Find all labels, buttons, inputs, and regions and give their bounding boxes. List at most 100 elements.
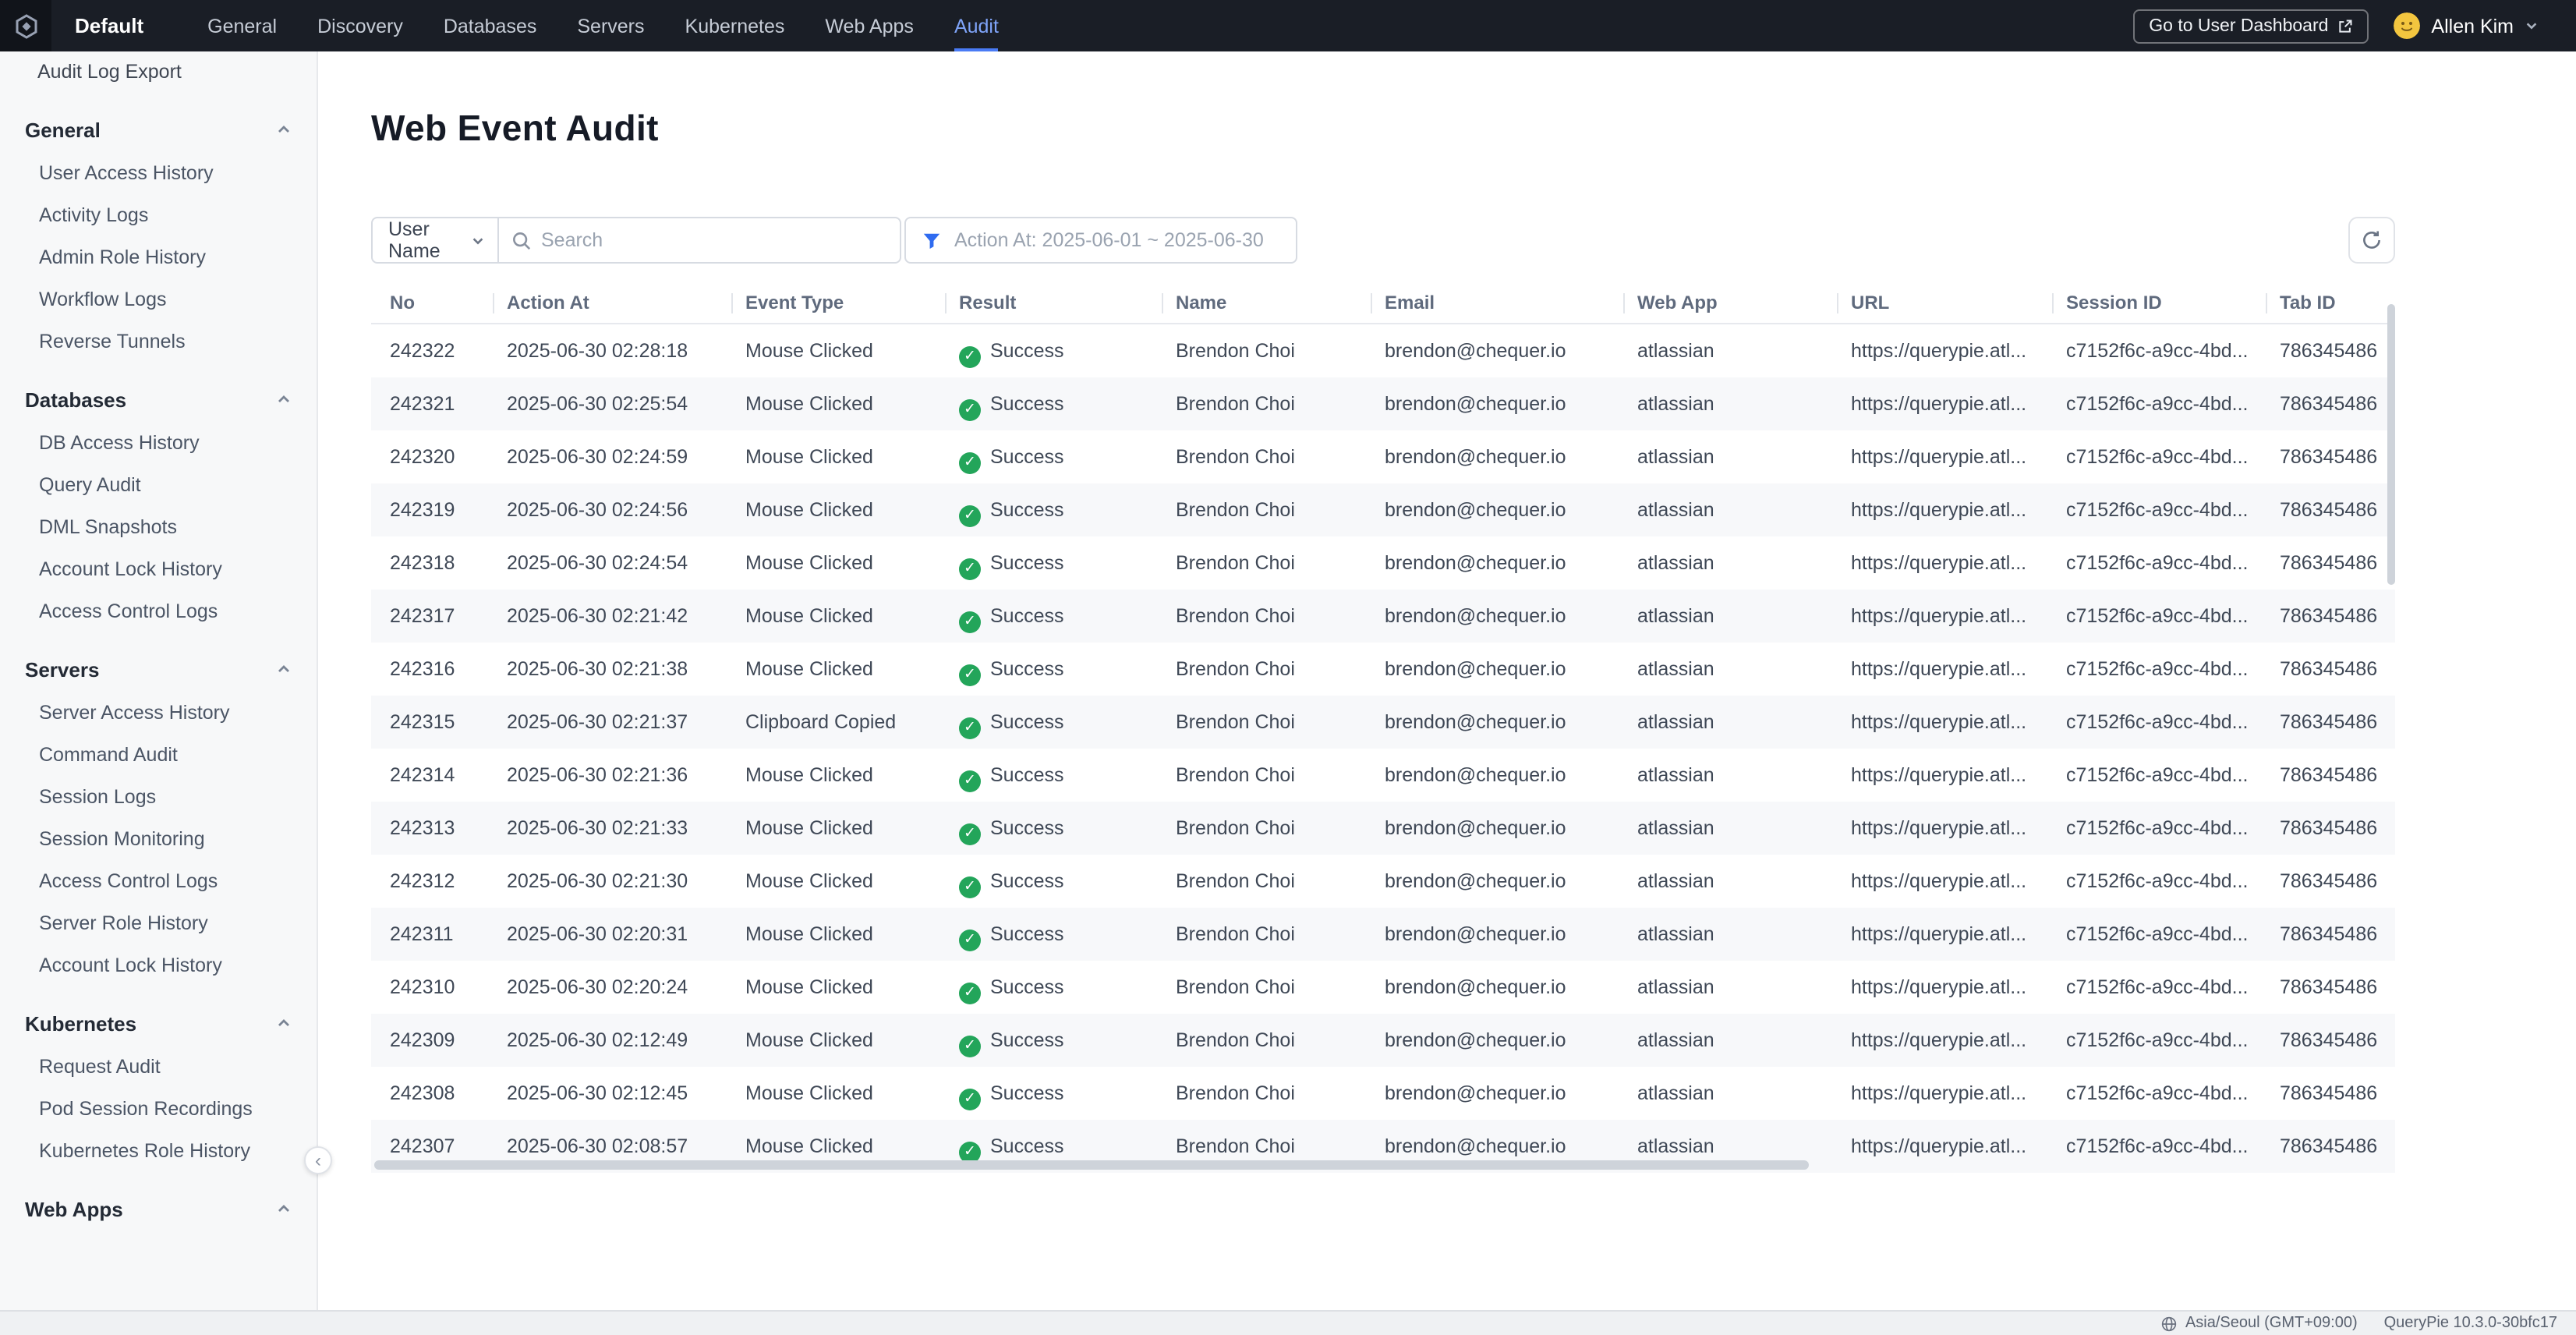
cell-result: ✓Success xyxy=(959,749,1176,802)
avatar xyxy=(2394,12,2420,39)
table-row[interactable]: 2423212025-06-30 02:25:54Mouse Clicked✓S… xyxy=(371,377,2395,430)
result-label: Success xyxy=(990,499,1064,521)
sidebar-item-db-access-history[interactable]: DB Access History xyxy=(0,423,317,465)
vertical-scrollbar[interactable] xyxy=(2387,304,2395,585)
sidebar-item-account-lock-history[interactable]: Account Lock History xyxy=(0,549,317,591)
column-header-tab-id[interactable]: Tab ID xyxy=(2280,282,2395,323)
nav-general[interactable]: General xyxy=(187,0,297,51)
app-logo[interactable] xyxy=(0,0,51,51)
search-field-label: User Name xyxy=(388,218,471,262)
table-row[interactable]: 2423082025-06-30 02:12:45Mouse Clicked✓S… xyxy=(371,1067,2395,1120)
table-row[interactable]: 2423182025-06-30 02:24:54Mouse Clicked✓S… xyxy=(371,536,2395,590)
date-range-filter[interactable]: Action At: 2025-06-01 ~ 2025-06-30 xyxy=(904,217,1297,264)
cell-web-app: atlassian xyxy=(1637,483,1851,536)
nav-servers[interactable]: Servers xyxy=(557,0,664,51)
table-row[interactable]: 2423112025-06-30 02:20:31Mouse Clicked✓S… xyxy=(371,908,2395,961)
success-check-icon: ✓ xyxy=(959,876,981,898)
table-row[interactable]: 2423102025-06-30 02:20:24Mouse Clicked✓S… xyxy=(371,961,2395,1014)
sidebar-section-kubernetes[interactable]: Kubernetes xyxy=(0,1000,317,1046)
nav-web-apps[interactable]: Web Apps xyxy=(805,0,934,51)
sidebar-item-account-lock-history[interactable]: Account Lock History xyxy=(0,945,317,987)
cell-session-id: c7152f6c-a9cc-4bd... xyxy=(2066,961,2280,1014)
nav-databases[interactable]: Databases xyxy=(423,0,557,51)
sidebar-section-servers[interactable]: Servers xyxy=(0,646,317,692)
sidebar-item-session-monitoring[interactable]: Session Monitoring xyxy=(0,819,317,861)
footer: Asia/Seoul (GMT+09:00) QueryPie 10.3.0-3… xyxy=(0,1310,2576,1335)
sidebar-collapse-button[interactable]: ‹ xyxy=(304,1146,332,1174)
cell-url: https://querypie.atl... xyxy=(1851,643,2066,696)
cell-no: 242314 xyxy=(390,749,507,802)
search-input[interactable] xyxy=(541,229,887,251)
sidebar-item-reverse-tunnels[interactable]: Reverse Tunnels xyxy=(0,321,317,363)
sidebar-item-access-control-logs[interactable]: Access Control Logs xyxy=(0,591,317,633)
cell-web-app: atlassian xyxy=(1637,749,1851,802)
column-header-event-type[interactable]: Event Type xyxy=(745,282,959,323)
table-row[interactable]: 2423092025-06-30 02:12:49Mouse Clicked✓S… xyxy=(371,1014,2395,1067)
table-row[interactable]: 2423132025-06-30 02:21:33Mouse Clicked✓S… xyxy=(371,802,2395,855)
sidebar-item-server-access-history[interactable]: Server Access History xyxy=(0,692,317,735)
sidebar-item-query-audit[interactable]: Query Audit xyxy=(0,465,317,507)
cell-session-id: c7152f6c-a9cc-4bd... xyxy=(2066,1120,2280,1173)
workspace-name[interactable]: Default xyxy=(75,14,143,37)
column-header-name[interactable]: Name xyxy=(1176,282,1385,323)
nav-kubernetes[interactable]: Kubernetes xyxy=(665,0,805,51)
sidebar-section-web-apps[interactable]: Web Apps xyxy=(0,1185,317,1232)
cell-result: ✓Success xyxy=(959,908,1176,961)
table-body: 2423222025-06-30 02:28:18Mouse Clicked✓S… xyxy=(371,324,2395,1173)
result-label: Success xyxy=(990,1029,1064,1051)
table-row[interactable]: 2423202025-06-30 02:24:59Mouse Clicked✓S… xyxy=(371,430,2395,483)
column-header-url[interactable]: URL xyxy=(1851,282,2066,323)
sidebar-item-audit-log-export[interactable]: Audit Log Export xyxy=(0,51,317,94)
sidebar-item-user-access-history[interactable]: User Access History xyxy=(0,153,317,195)
sidebar-item-request-audit[interactable]: Request Audit xyxy=(0,1046,317,1089)
table-header: NoAction AtEvent TypeResultNameEmailWeb … xyxy=(371,282,2395,324)
sidebar-item-session-logs[interactable]: Session Logs xyxy=(0,777,317,819)
cell-no: 242319 xyxy=(390,483,507,536)
table-row[interactable]: 2423152025-06-30 02:21:37Clipboard Copie… xyxy=(371,696,2395,749)
sidebar-section-title: Databases xyxy=(25,388,126,411)
sidebar-item-pod-session-recordings[interactable]: Pod Session Recordings xyxy=(0,1089,317,1131)
nav-audit[interactable]: Audit xyxy=(934,0,1019,51)
table-row[interactable]: 2423142025-06-30 02:21:36Mouse Clicked✓S… xyxy=(371,749,2395,802)
cell-no: 242309 xyxy=(390,1014,507,1067)
sidebar-item-command-audit[interactable]: Command Audit xyxy=(0,735,317,777)
column-header-no[interactable]: No xyxy=(390,282,507,323)
cell-tab-id: 786345486 xyxy=(2280,961,2395,1014)
column-header-action-at[interactable]: Action At xyxy=(507,282,745,323)
table-row[interactable]: 2423222025-06-30 02:28:18Mouse Clicked✓S… xyxy=(371,324,2395,377)
sidebar-section-general[interactable]: General xyxy=(0,106,317,153)
column-header-email[interactable]: Email xyxy=(1385,282,1637,323)
cell-tab-id: 786345486 xyxy=(2280,908,2395,961)
sidebar-item-admin-role-history[interactable]: Admin Role History xyxy=(0,237,317,279)
nav-discovery[interactable]: Discovery xyxy=(297,0,423,51)
sidebar-item-dml-snapshots[interactable]: DML Snapshots xyxy=(0,507,317,549)
sidebar-item-kubernetes-role-history[interactable]: Kubernetes Role History xyxy=(0,1131,317,1173)
table-row[interactable]: 2423192025-06-30 02:24:56Mouse Clicked✓S… xyxy=(371,483,2395,536)
sidebar-item-workflow-logs[interactable]: Workflow Logs xyxy=(0,279,317,321)
column-header-session-id[interactable]: Session ID xyxy=(2066,282,2280,323)
sidebar-section-title: Servers xyxy=(25,657,99,681)
go-to-user-dashboard-button[interactable]: Go to User Dashboard xyxy=(2133,9,2369,43)
sidebar-item-server-role-history[interactable]: Server Role History xyxy=(0,903,317,945)
cell-url: https://querypie.atl... xyxy=(1851,802,2066,855)
chevron-up-icon xyxy=(276,1015,292,1031)
refresh-button[interactable] xyxy=(2348,217,2395,264)
sidebar-item-access-control-logs[interactable]: Access Control Logs xyxy=(0,861,317,903)
table-row[interactable]: 2423122025-06-30 02:21:30Mouse Clicked✓S… xyxy=(371,855,2395,908)
cell-no: 242320 xyxy=(390,430,507,483)
cell-no: 242321 xyxy=(390,377,507,430)
column-header-result[interactable]: Result xyxy=(959,282,1176,323)
table-row[interactable]: 2423162025-06-30 02:21:38Mouse Clicked✓S… xyxy=(371,643,2395,696)
cell-web-app: atlassian xyxy=(1637,536,1851,590)
cell-session-id: c7152f6c-a9cc-4bd... xyxy=(2066,696,2280,749)
search-field-select[interactable]: User Name xyxy=(371,217,499,264)
user-menu[interactable]: Allen Kim xyxy=(2394,12,2539,39)
horizontal-scrollbar[interactable] xyxy=(374,1160,1809,1170)
sidebar-item-activity-logs[interactable]: Activity Logs xyxy=(0,195,317,237)
table-row[interactable]: 2423172025-06-30 02:21:42Mouse Clicked✓S… xyxy=(371,590,2395,643)
column-header-web-app[interactable]: Web App xyxy=(1637,282,1851,323)
cell-web-app: atlassian xyxy=(1637,1067,1851,1120)
success-check-icon: ✓ xyxy=(959,505,981,527)
sidebar-section-databases[interactable]: Databases xyxy=(0,376,317,423)
cell-result: ✓Success xyxy=(959,643,1176,696)
